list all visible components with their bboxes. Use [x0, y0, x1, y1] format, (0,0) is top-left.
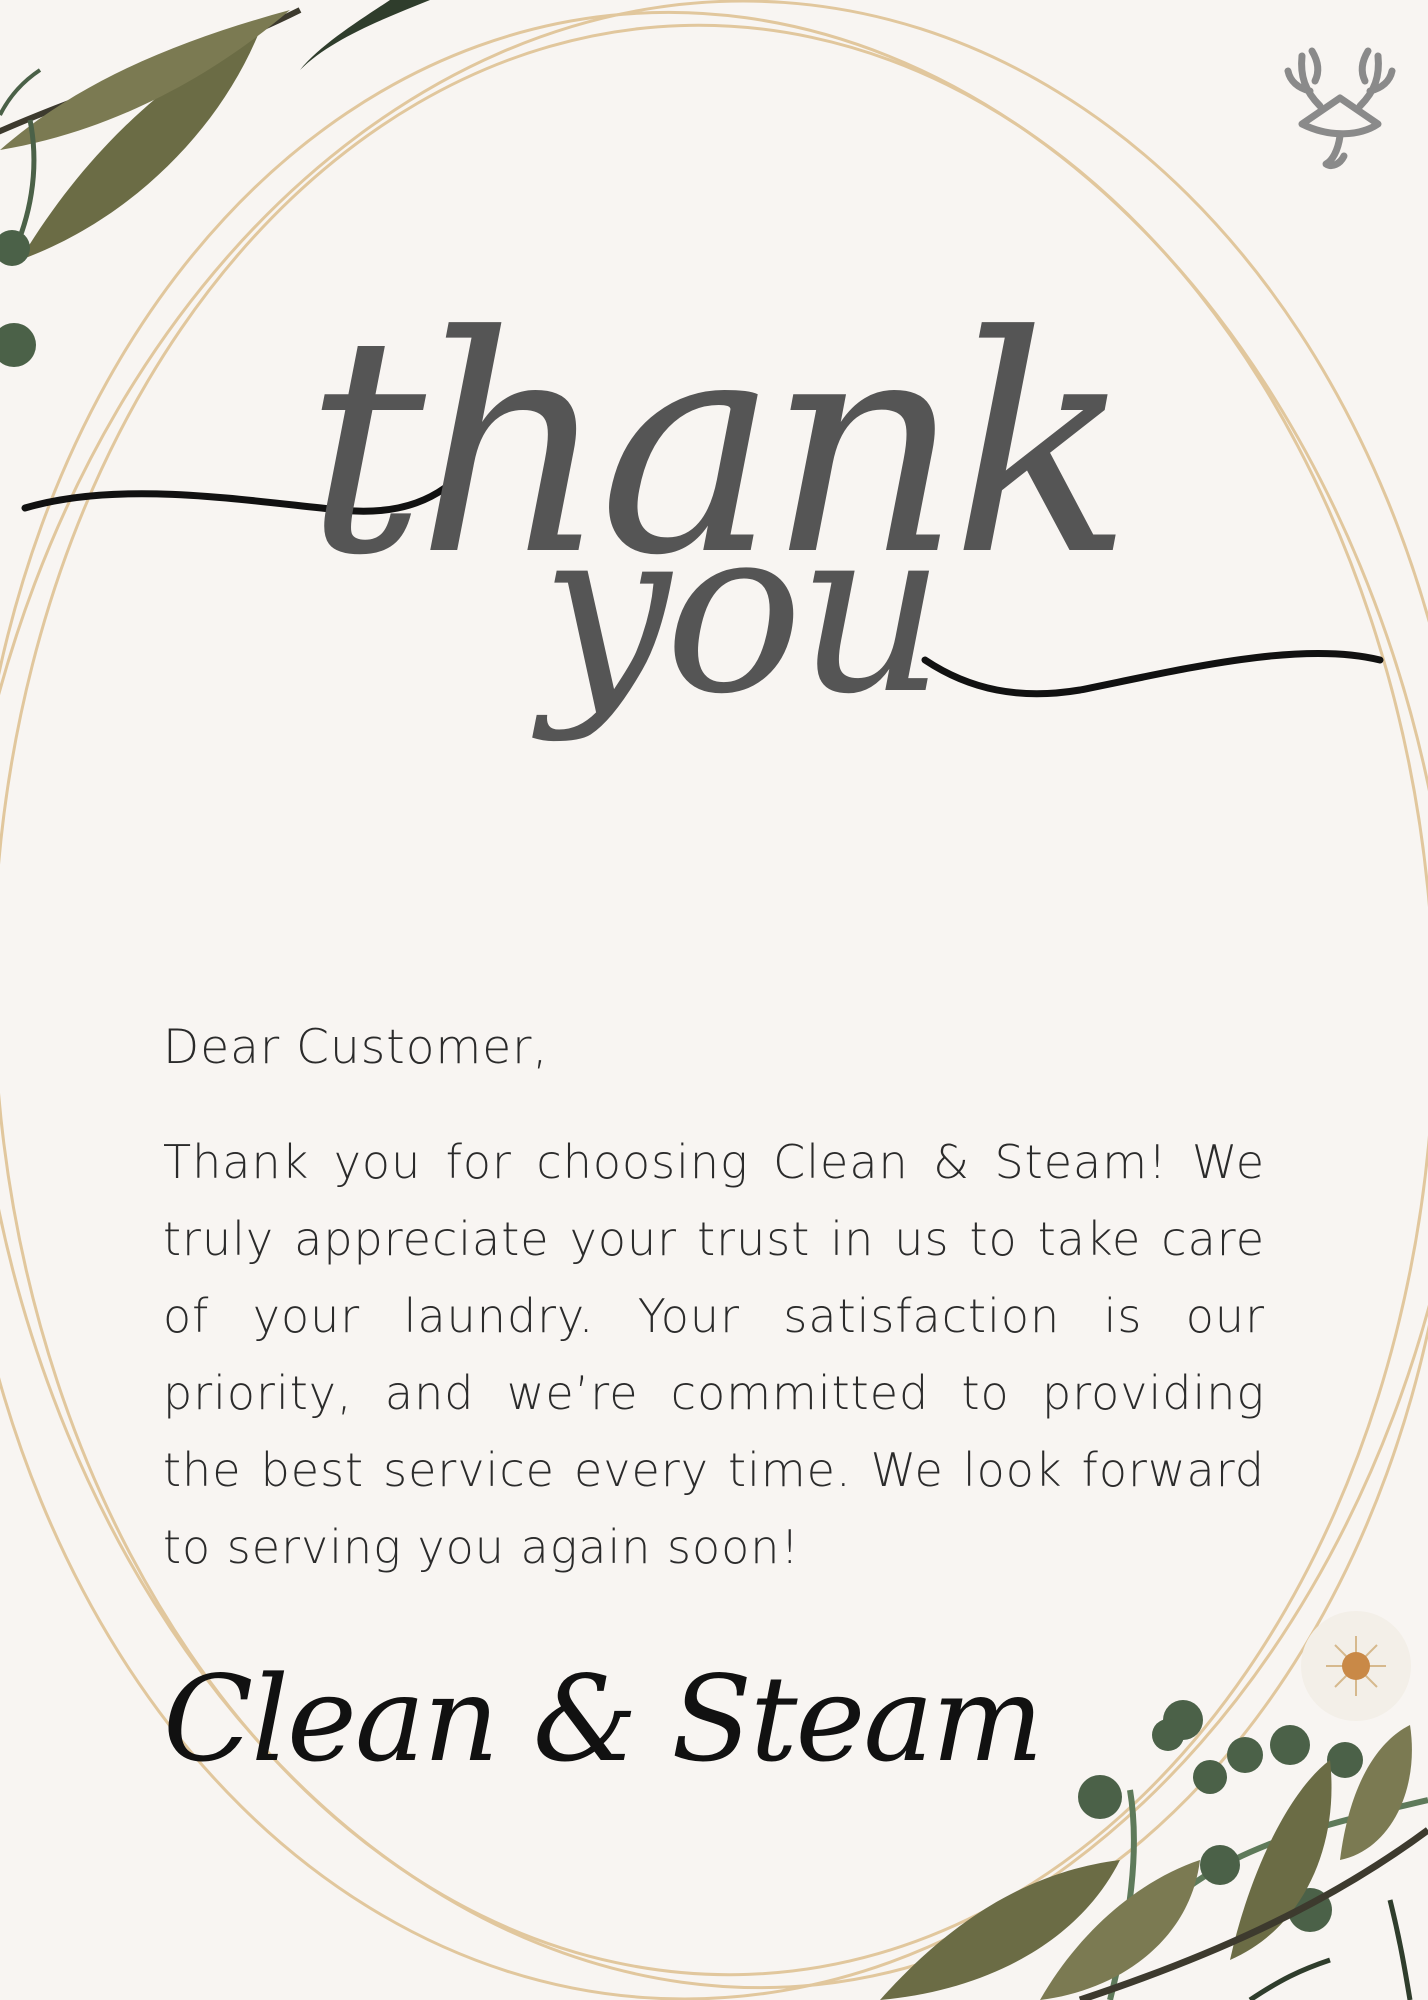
signature: Clean & Steam: [163, 1650, 1044, 1788]
letter-greeting: Dear Customer,: [163, 1020, 549, 1075]
letter-body: Thank you for choosing Clean & Steam! We…: [163, 1135, 1265, 1574]
headline-you: you: [532, 478, 940, 745]
thank-you-headline: thank you: [21, 272, 1384, 745]
thank-you-card: thank you Dear Customer, Thank you for c…: [0, 0, 1428, 2000]
